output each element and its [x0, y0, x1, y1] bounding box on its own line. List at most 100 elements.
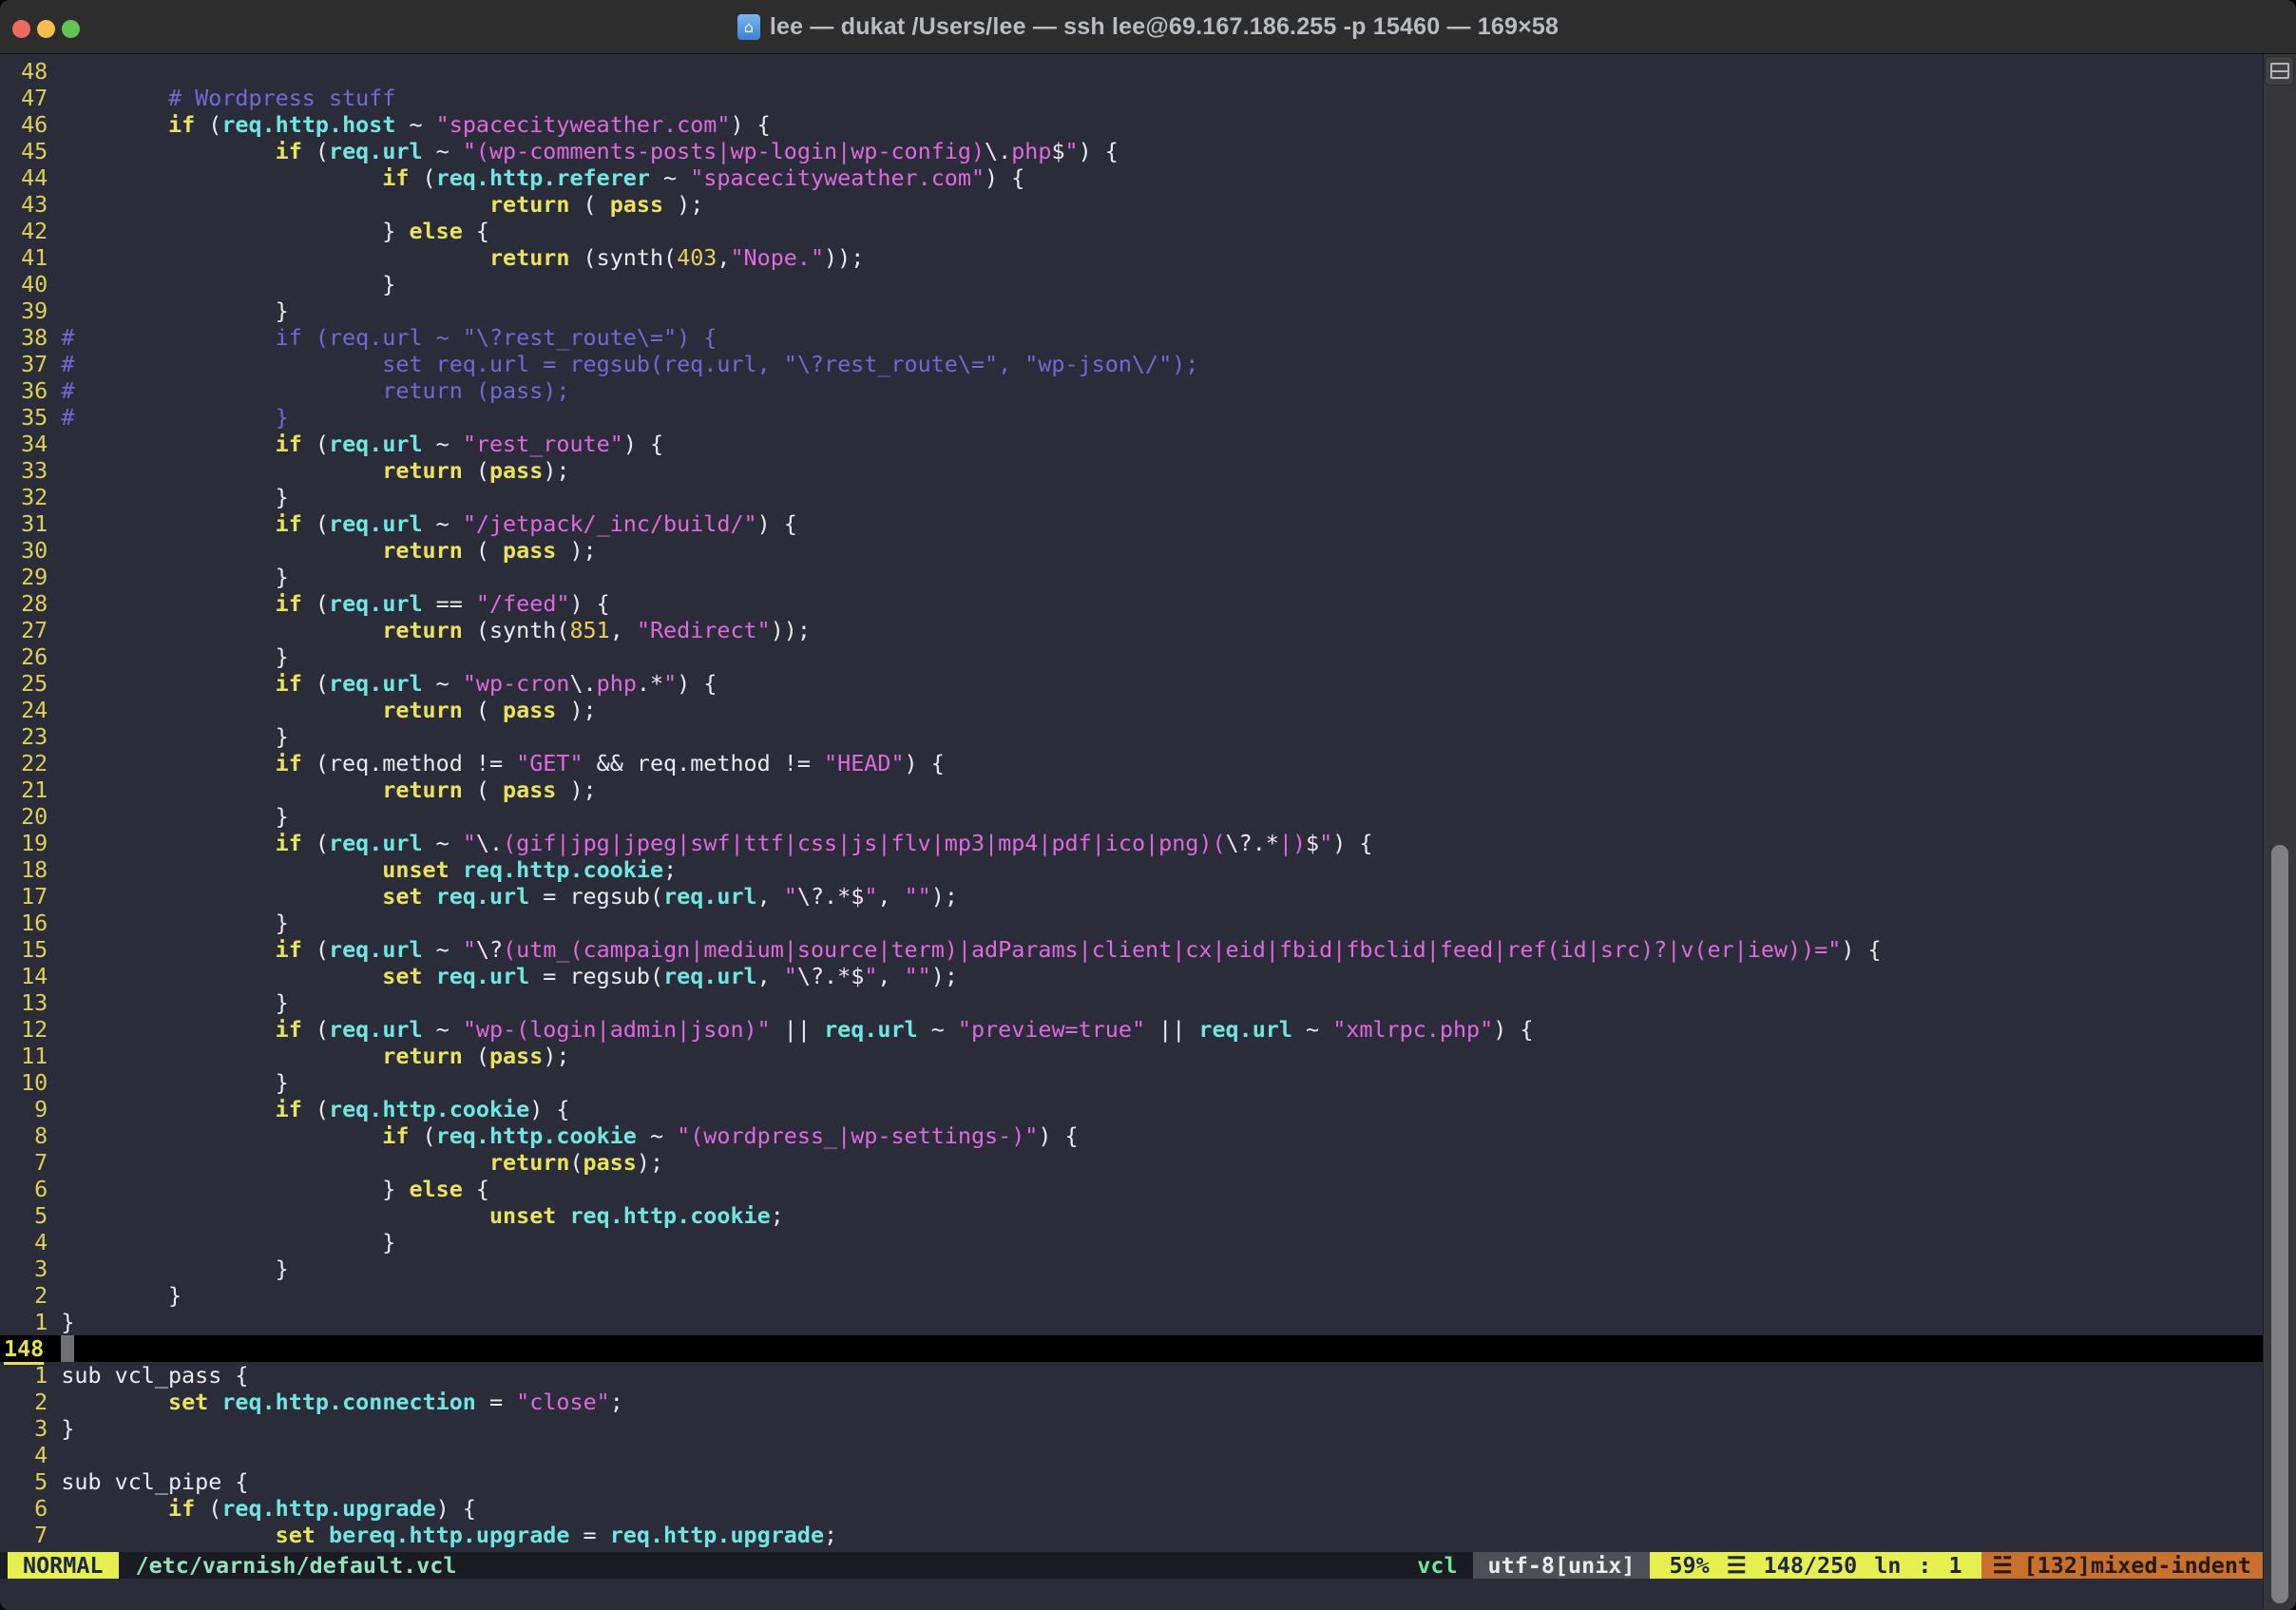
code-line: 26 } — [0, 643, 2263, 670]
line-number: 38 — [8, 324, 48, 351]
code-line: 29 } — [0, 564, 2263, 590]
code-line: 42 } else { — [0, 218, 2263, 244]
encoding-indicator: utf-8[unix] — [1473, 1552, 1651, 1579]
line-number: 47 — [8, 85, 48, 111]
line-number: 41 — [8, 244, 48, 271]
code-line: 1sub vcl_pass { — [0, 1362, 2263, 1389]
code-line: 6 if (req.http.upgrade) { — [0, 1495, 2263, 1522]
code-line: 15 if (req.url ~ "\?(utm_(campaign|mediu… — [0, 936, 2263, 963]
column-number: 1 — [1949, 1552, 1962, 1579]
code-line: 33 return (pass); — [0, 457, 2263, 484]
line-number: 44 — [8, 164, 48, 191]
code-line: 8 if (req.http.cookie ~ "(wordpress_|wp-… — [0, 1122, 2263, 1149]
code-line: 3 } — [0, 1255, 2263, 1282]
scrollbar-thumb[interactable] — [2271, 845, 2288, 1603]
line-number: 34 — [8, 431, 48, 457]
line-fraction: 148/250 — [1764, 1552, 1858, 1579]
line-number: 36 — [8, 377, 48, 404]
statusbar-spacer — [456, 1552, 1417, 1579]
terminal-content[interactable]: 4847 # Wordpress stuff46 if (req.http.ho… — [0, 54, 2263, 1610]
line-number: 23 — [8, 723, 48, 750]
code-line: 43 return ( pass ); — [0, 191, 2263, 218]
terminal-window: ⌂ lee — dukat /Users/lee — ssh lee@69.16… — [0, 0, 2296, 1610]
line-number: 45 — [8, 138, 48, 164]
code-line: 16 } — [0, 910, 2263, 936]
line-number: 48 — [8, 58, 48, 85]
code-line: 19 if (req.url ~ "\.(gif|jpg|jpeg|swf|tt… — [0, 830, 2263, 856]
cursor — [61, 1335, 74, 1362]
code-line: 46 if (req.http.host ~ "spacecityweather… — [0, 111, 2263, 138]
code-line: 2 } — [0, 1282, 2263, 1309]
line-number: 32 — [8, 484, 48, 510]
line-number: 20 — [8, 803, 48, 830]
split-pane-button[interactable] — [2265, 56, 2294, 86]
code-line: 27 return (synth(851, "Redirect")); — [0, 617, 2263, 643]
scroll-position-indicator: 59% ☰ 148/250 ln : 1 — [1650, 1552, 1980, 1579]
line-number: 26 — [8, 643, 48, 670]
line-number: 40 — [8, 271, 48, 297]
code-line: 37# set req.url = regsub(req.url, "\?res… — [0, 351, 2263, 377]
home-folder-proxy-icon[interactable]: ⌂ — [737, 14, 760, 40]
code-line: 34 if (req.url ~ "rest_route") { — [0, 431, 2263, 457]
code-line: 18 unset req.http.cookie; — [0, 856, 2263, 883]
cursor-line: 148 — [0, 1335, 2263, 1362]
line-number: 46 — [8, 111, 48, 138]
code-line: 14 set req.url = regsub(req.url, "\?.*$"… — [0, 963, 2263, 989]
status-bar: NORMAL /etc/varnish/default.vcl vcl utf-… — [0, 1552, 2263, 1579]
code-line: 47 # Wordpress stuff — [0, 85, 2263, 111]
scrollbar[interactable] — [2263, 54, 2296, 1610]
code-line: 32 } — [0, 484, 2263, 510]
code-line: 5sub vcl_pipe { — [0, 1468, 2263, 1495]
code-line: 45 if (req.url ~ "(wp-comments-posts|wp-… — [0, 138, 2263, 164]
code-line: 20 } — [0, 803, 2263, 830]
code-line: 9 if (req.http.cookie) { — [0, 1096, 2263, 1122]
command-line[interactable] — [0, 1579, 2263, 1605]
code-line: 23 } — [0, 723, 2263, 750]
percent-through-file: 59% — [1669, 1552, 1709, 1579]
line-number: 8 — [8, 1122, 48, 1149]
line-number: 3 — [8, 1415, 48, 1442]
line-number: 25 — [8, 670, 48, 697]
mixed-indent-warning: ☱ [132]mixed-indent — [1981, 1552, 2263, 1579]
line-number: 21 — [8, 776, 48, 803]
main-area: 4847 # Wordpress stuff46 if (req.http.ho… — [0, 54, 2296, 1610]
terminal-bottom-padding — [0, 1605, 2263, 1610]
code-line: 2 set req.http.connection = "close"; — [0, 1389, 2263, 1415]
minimize-button[interactable] — [37, 20, 55, 38]
line-number: 27 — [8, 617, 48, 643]
code-line: 7 return(pass); — [0, 1149, 2263, 1176]
line-number: 30 — [8, 537, 48, 564]
indent-icon: ☱ — [1993, 1552, 2013, 1579]
code-line: 4 — [0, 1442, 2263, 1468]
code-line: 48 — [0, 58, 2263, 85]
line-number: 6 — [8, 1176, 48, 1202]
mode-indicator: NORMAL — [8, 1552, 119, 1579]
code-line: 25 if (req.url ~ "wp-cron\.php.*") { — [0, 670, 2263, 697]
line-number: 2 — [8, 1282, 48, 1309]
line-number: 16 — [8, 910, 48, 936]
zoom-button[interactable] — [62, 20, 80, 38]
code-line: 30 return ( pass ); — [0, 537, 2263, 564]
line-number: 17 — [8, 883, 48, 910]
line-number: 4 — [8, 1442, 48, 1468]
window-title: lee — dukat /Users/lee — ssh lee@69.167.… — [770, 13, 1559, 41]
column-label: ln — [1874, 1552, 1901, 1579]
code-line: 4 } — [0, 1229, 2263, 1255]
line-number: 7 — [8, 1522, 48, 1548]
line-number: 18 — [8, 856, 48, 883]
line-number: 148 — [4, 1335, 44, 1362]
code-line: 10 } — [0, 1069, 2263, 1096]
line-number: 6 — [8, 1495, 48, 1522]
line-number: 3 — [8, 1255, 48, 1282]
line-number: 4 — [8, 1229, 48, 1255]
line-number: 5 — [8, 1202, 48, 1229]
split-pane-icon — [2270, 63, 2289, 79]
title-bar[interactable]: ⌂ lee — dukat /Users/lee — ssh lee@69.16… — [0, 0, 2296, 54]
line-number: 28 — [8, 590, 48, 617]
code-line: 17 set req.url = regsub(req.url, "\?.*$"… — [0, 883, 2263, 910]
line-number: 9 — [8, 1096, 48, 1122]
code-line: 6 } else { — [0, 1176, 2263, 1202]
line-number: 1 — [8, 1362, 48, 1389]
code-line: 11 return (pass); — [0, 1043, 2263, 1069]
close-button[interactable] — [12, 20, 30, 38]
